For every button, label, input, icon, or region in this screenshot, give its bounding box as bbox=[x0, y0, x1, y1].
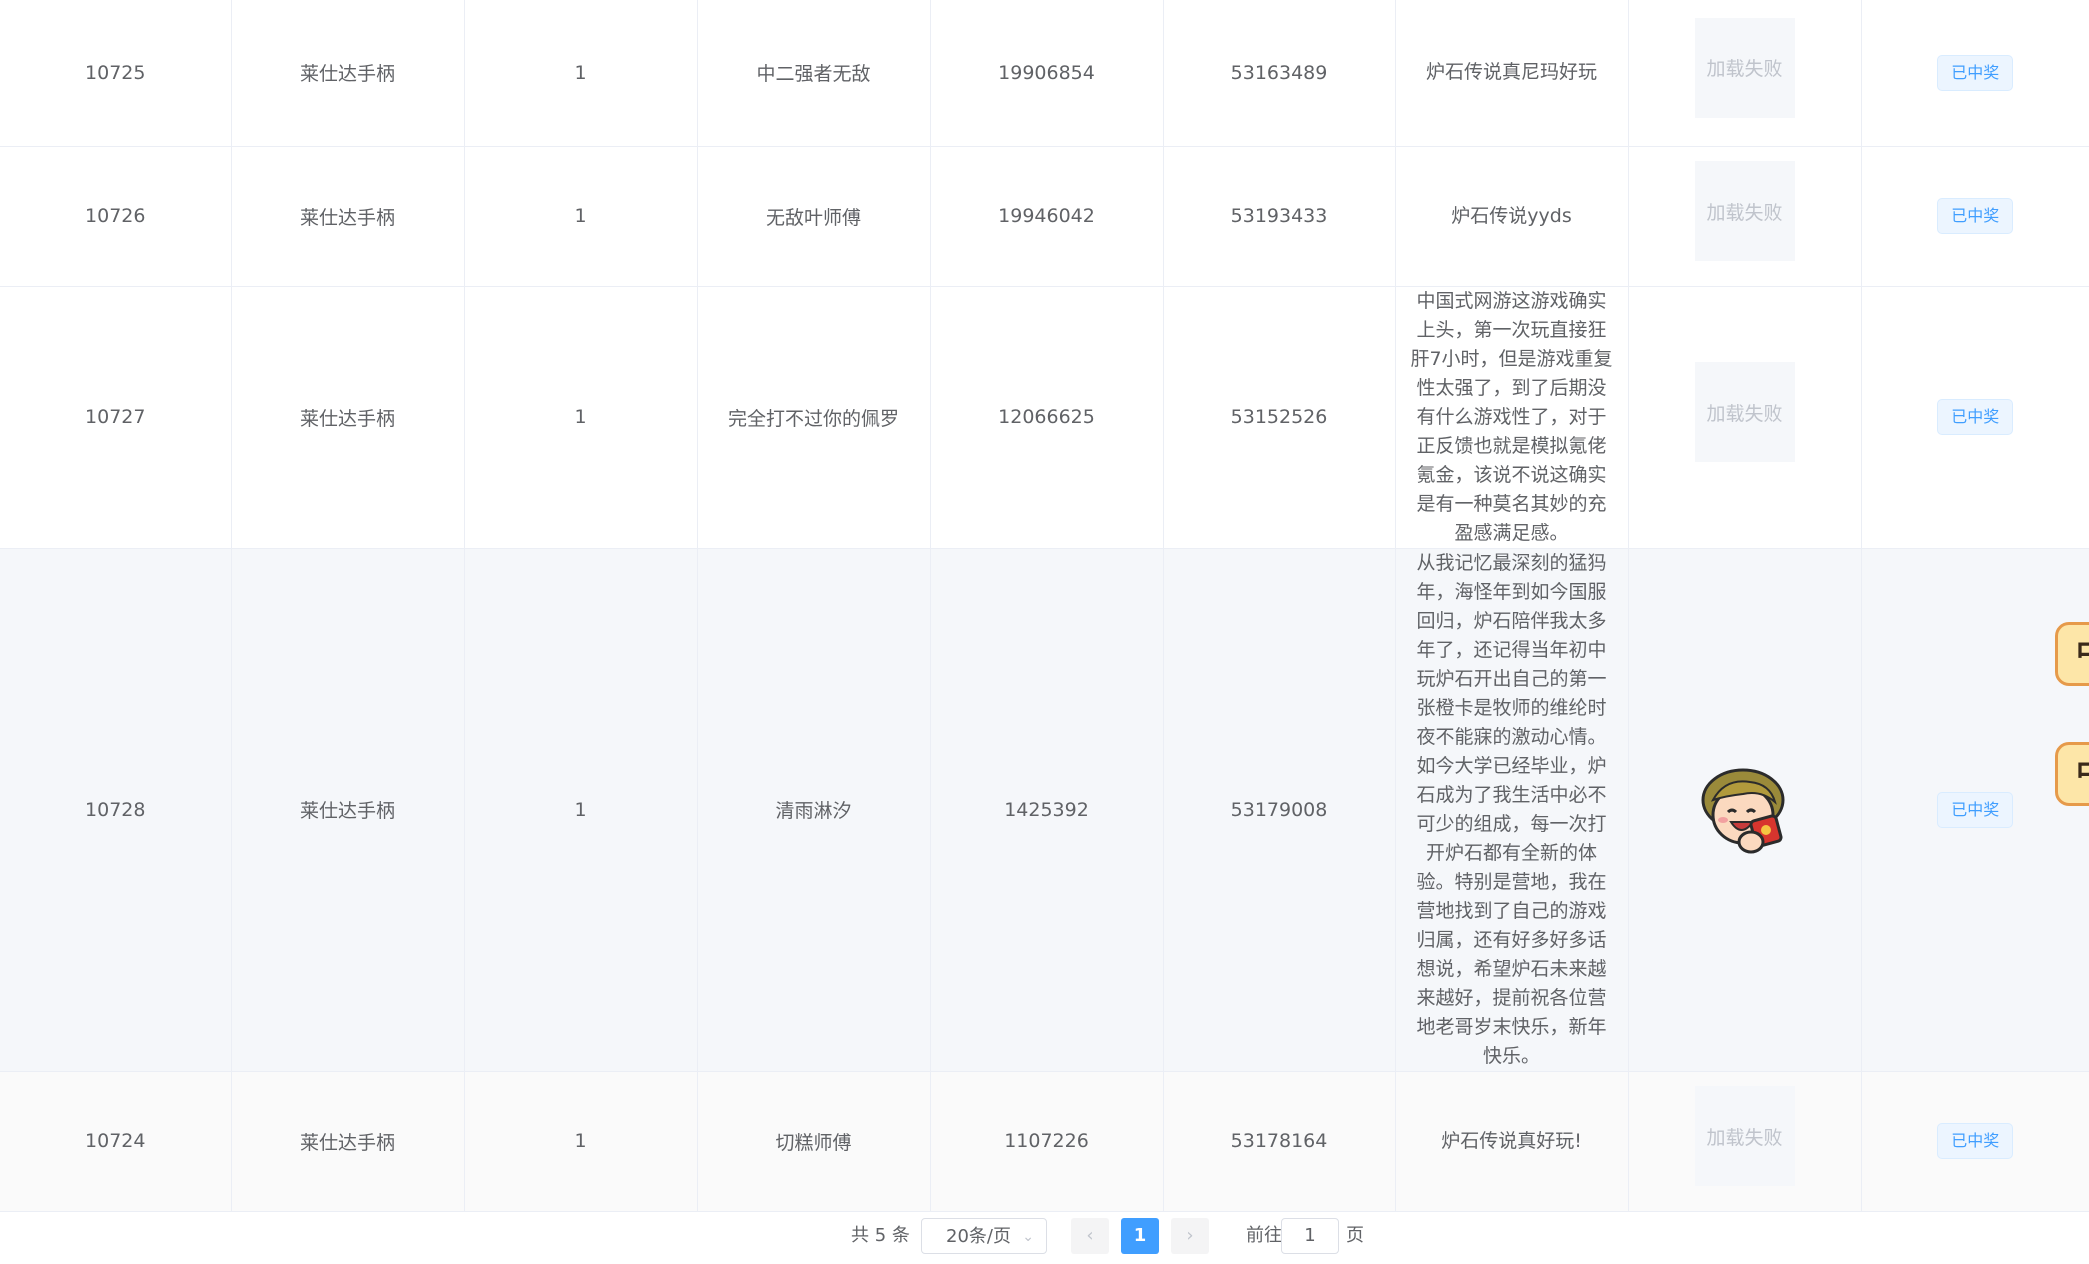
cell-qty: 1 bbox=[464, 1071, 698, 1212]
comment-text: 中国式网游这游戏确实上头，第一次玩直接狂肝7小时，但是游戏重复性太强了，到了后期… bbox=[1410, 289, 1613, 544]
cell-image: 加载失败 bbox=[1628, 1071, 1862, 1212]
table-row: 10726 莱仕达手柄 1 无敌叶师傅 19946042 53193433 炉石… bbox=[0, 146, 2089, 287]
cell-product: 莱仕达手柄 bbox=[231, 1071, 465, 1212]
cell-uid: 12066625 bbox=[930, 286, 1164, 549]
cell-qty: 1 bbox=[464, 146, 698, 287]
cell-product: 莱仕达手柄 bbox=[231, 146, 465, 287]
cell-order: 53152526 bbox=[1163, 286, 1396, 549]
page-suffix: 页 bbox=[1346, 1225, 1364, 1246]
pagination: 共 5 条 20条/页 ⌄ ‹ 1 › 前往 页 bbox=[0, 1218, 2089, 1262]
comment-text: 炉石传说yyds bbox=[1451, 204, 1572, 227]
cell-qty: 1 bbox=[464, 548, 698, 1072]
prev-page-button[interactable]: ‹ bbox=[1071, 1218, 1109, 1254]
cell-id: 10727 bbox=[0, 286, 232, 549]
cell-nickname: 清雨淋汐 bbox=[697, 548, 931, 1072]
floating-widget-button[interactable]: 中 bbox=[2055, 622, 2089, 686]
goto-label: 前往 bbox=[1246, 1225, 1282, 1246]
cell-comment: 炉石传说yyds bbox=[1395, 146, 1629, 287]
page-size-value: 20条/页 bbox=[946, 1226, 1011, 1247]
chevron-left-icon: ‹ bbox=[1086, 1225, 1094, 1246]
cell-product: 莱仕达手柄 bbox=[231, 0, 465, 147]
image-load-failed[interactable]: 加载失败 bbox=[1694, 1086, 1795, 1186]
status-badge: 已中奖 bbox=[1937, 791, 2014, 828]
image-load-failed[interactable]: 加载失败 bbox=[1694, 17, 1795, 118]
winner-sticker-image[interactable] bbox=[1695, 760, 1795, 860]
cell-uid: 19946042 bbox=[930, 146, 1164, 287]
cell-product: 莱仕达手柄 bbox=[231, 548, 465, 1072]
page-number-1[interactable]: 1 bbox=[1121, 1218, 1159, 1254]
cell-qty: 1 bbox=[464, 286, 698, 549]
cell-image: 加载失败 bbox=[1628, 286, 1862, 549]
cell-status: 已中奖 bbox=[1861, 146, 2089, 287]
chevron-down-icon: ⌄ bbox=[1022, 1229, 1034, 1245]
page-size-select[interactable]: 20条/页 ⌄ bbox=[921, 1218, 1047, 1254]
cell-order: 53179008 bbox=[1163, 548, 1396, 1072]
goto-page-input[interactable] bbox=[1281, 1218, 1339, 1254]
comment-text: 炉石传说真尼玛好玩 bbox=[1425, 61, 1597, 84]
cell-status: 已中奖 bbox=[1861, 1071, 2089, 1212]
cell-id: 10724 bbox=[0, 1071, 232, 1212]
comment-text: 炉石传说真好玩! bbox=[1441, 1129, 1582, 1152]
table-row: 10728 莱仕达手柄 1 清雨淋汐 1425392 53179008 从我记忆… bbox=[0, 548, 2089, 1072]
pagination-total: 共 5 条 bbox=[851, 1225, 910, 1246]
cell-uid: 1425392 bbox=[930, 548, 1164, 1072]
cell-order: 53178164 bbox=[1163, 1071, 1396, 1212]
chevron-right-icon: › bbox=[1186, 1225, 1194, 1246]
cell-product: 莱仕达手柄 bbox=[231, 286, 465, 549]
image-load-failed[interactable]: 加载失败 bbox=[1694, 161, 1795, 261]
image-load-failed[interactable]: 加载失败 bbox=[1694, 362, 1795, 462]
floating-widget-button[interactable]: 中 bbox=[2055, 742, 2089, 806]
cell-status: 已中奖 bbox=[1861, 286, 2089, 549]
cell-order: 53163489 bbox=[1163, 0, 1396, 147]
cell-status: 已中奖 bbox=[1861, 0, 2089, 147]
status-badge: 已中奖 bbox=[1937, 198, 2014, 234]
cell-comment: 炉石传说真好玩! bbox=[1395, 1071, 1629, 1212]
cell-id: 10728 bbox=[0, 548, 232, 1072]
cell-image: 加载失败 bbox=[1628, 146, 1862, 287]
cell-comment: 中国式网游这游戏确实上头，第一次玩直接狂肝7小时，但是游戏重复性太强了，到了后期… bbox=[1395, 286, 1629, 549]
cell-comment: 炉石传说真尼玛好玩 bbox=[1395, 0, 1629, 147]
cell-uid: 1107226 bbox=[930, 1071, 1164, 1212]
cell-id: 10725 bbox=[0, 0, 232, 147]
cell-status: 已中奖 bbox=[1861, 548, 2089, 1072]
table-row: 10724 莱仕达手柄 1 切糕师傅 1107226 53178164 炉石传说… bbox=[0, 1071, 2089, 1212]
cell-nickname: 切糕师傅 bbox=[697, 1071, 931, 1212]
cartoon-avatar-icon bbox=[1701, 768, 1784, 853]
cell-id: 10726 bbox=[0, 146, 232, 287]
status-badge: 已中奖 bbox=[1937, 1123, 2014, 1159]
cell-comment: 从我记忆最深刻的猛犸年，海怪年到如今国服回归，炉石陪伴我太多年了，还记得当年初中… bbox=[1395, 548, 1629, 1072]
cell-image: 加载失败 bbox=[1628, 0, 1862, 147]
status-badge: 已中奖 bbox=[1937, 54, 2014, 91]
comment-text: 从我记忆最深刻的猛犸年，海怪年到如今国服回归，炉石陪伴我太多年了，还记得当年初中… bbox=[1416, 551, 1607, 1067]
cell-nickname: 完全打不过你的佩罗 bbox=[697, 286, 931, 549]
lottery-winners-table: 10725 莱仕达手柄 1 中二强者无敌 19906854 53163489 炉… bbox=[0, 0, 2089, 1212]
table-row: 10727 莱仕达手柄 1 完全打不过你的佩罗 12066625 5315252… bbox=[0, 286, 2089, 549]
cell-nickname: 无敌叶师傅 bbox=[697, 146, 931, 287]
cell-order: 53193433 bbox=[1163, 146, 1396, 287]
table-row: 10725 莱仕达手柄 1 中二强者无敌 19906854 53163489 炉… bbox=[0, 0, 2089, 147]
cell-nickname: 中二强者无敌 bbox=[697, 0, 931, 147]
next-page-button[interactable]: › bbox=[1171, 1218, 1209, 1254]
cell-uid: 19906854 bbox=[930, 0, 1164, 147]
status-badge: 已中奖 bbox=[1937, 399, 2014, 435]
cell-image bbox=[1628, 548, 1862, 1072]
cell-qty: 1 bbox=[464, 0, 698, 147]
